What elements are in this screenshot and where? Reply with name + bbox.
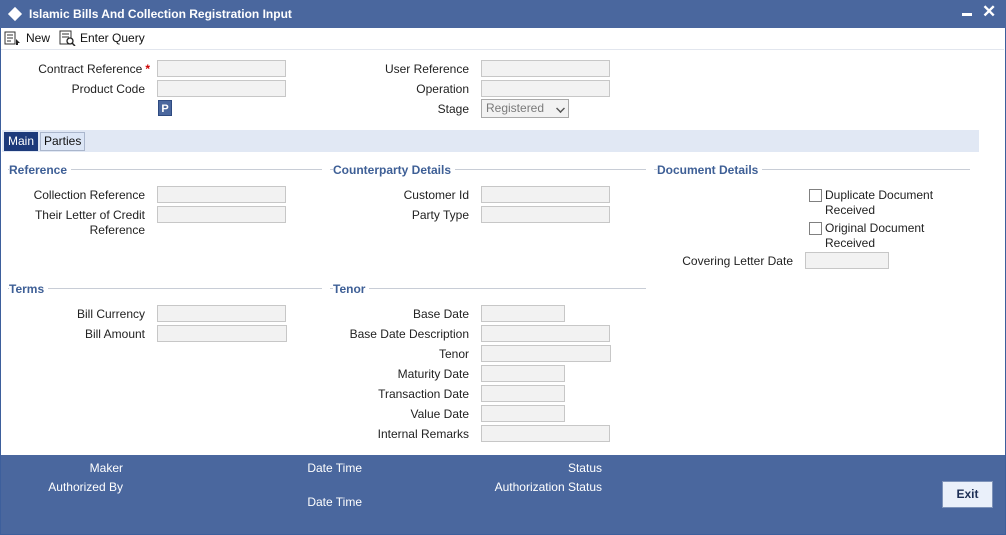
their-lc-reference-field[interactable] [157,206,286,223]
tab-strip: Main Parties [2,130,979,152]
close-icon[interactable]: ✕ [982,2,996,22]
contract-reference-label: Contract Reference * [38,62,150,76]
counterparty-section-title: Counterparty Details [333,163,456,177]
contract-reference-field[interactable] [157,60,286,77]
bill-amount-field[interactable] [157,325,287,342]
internal-remarks-label: Internal Remarks [377,427,469,441]
party-type-label: Party Type [411,208,469,222]
maker-label: Maker [89,461,123,475]
covering-letter-date-field[interactable] [805,252,889,269]
transaction-date-field[interactable] [481,385,565,402]
chevron-down-icon [556,104,565,113]
bill-amount-label: Bill Amount [84,327,145,341]
tenor-rule [330,288,646,289]
collection-reference-field[interactable] [157,186,286,203]
enter-query-button[interactable]: Enter Query [58,28,145,48]
new-button[interactable]: New [4,28,50,48]
tab-parties[interactable]: Parties [40,132,86,151]
app-diamond-icon [7,6,23,22]
enter-query-label: Enter Query [80,31,145,45]
internal-remarks-field[interactable] [481,425,610,442]
transaction-date-label: Transaction Date [378,387,469,401]
their-lc-reference-label: Their Letter of Credit Reference [34,208,145,237]
user-reference-field[interactable] [481,60,610,77]
product-code-label: Product Code [71,82,145,96]
new-document-icon [4,31,20,45]
base-date-description-field[interactable] [481,325,610,342]
base-date-field[interactable] [481,305,565,322]
product-lov-button[interactable]: P [158,100,172,116]
customer-id-label: Customer Id [403,188,469,202]
duplicate-document-label: Duplicate Document Received [825,188,934,217]
document-section-title: Document Details [657,163,763,177]
stage-select[interactable]: Registered [481,99,569,118]
bill-currency-label: Bill Currency [76,307,145,321]
stage-value: Registered [486,101,545,115]
customer-id-field[interactable] [481,186,610,203]
covering-letter-date-label: Covering Letter Date [682,254,793,268]
tab-main[interactable]: Main [4,132,39,151]
base-date-description-label: Base Date Description [349,327,469,341]
party-type-field[interactable] [481,206,610,223]
value-date-label: Value Date [410,407,469,421]
tenor-label: Tenor [438,347,469,361]
toolbar: New Enter Query [1,28,1004,50]
maturity-date-label: Maturity Date [397,367,469,381]
duplicate-document-checkbox[interactable] [809,189,822,202]
authorization-status-label: Authorization Status [494,480,602,494]
user-reference-label: User Reference [384,62,469,76]
bill-currency-field[interactable] [157,305,286,322]
authorized-by-label: Authorized By [48,480,123,494]
required-star: * [145,62,150,76]
original-document-label: Original Document Received [825,221,925,250]
terms-section-title: Terms [9,282,49,296]
collection-reference-label: Collection Reference [33,188,145,202]
product-code-field[interactable] [157,80,286,97]
operation-label: Operation [416,82,469,96]
operation-field[interactable] [481,80,610,97]
reference-section-title: Reference [9,163,72,177]
audit-footer: Maker Date Time Status Authorized By Aut… [1,455,1005,534]
terms-rule [8,288,322,289]
status-label: Status [567,461,602,475]
maturity-date-field[interactable] [481,365,565,382]
window-title: Islamic Bills And Collection Registratio… [29,7,292,21]
date-time-2-label: Date Time [307,495,362,509]
tenor-field[interactable] [481,345,611,362]
base-date-label: Base Date [412,307,469,321]
stage-label: Stage [437,102,469,116]
new-label: New [26,31,51,45]
title-bar: Islamic Bills And Collection Registratio… [0,0,1006,28]
date-time-label: Date Time [307,461,362,475]
enter-query-icon [59,30,76,46]
original-document-checkbox[interactable] [809,222,822,235]
exit-button[interactable]: Exit [942,481,993,508]
value-date-field[interactable] [481,405,565,422]
minimize-icon[interactable] [962,13,972,16]
tenor-section-title: Tenor [333,282,370,296]
